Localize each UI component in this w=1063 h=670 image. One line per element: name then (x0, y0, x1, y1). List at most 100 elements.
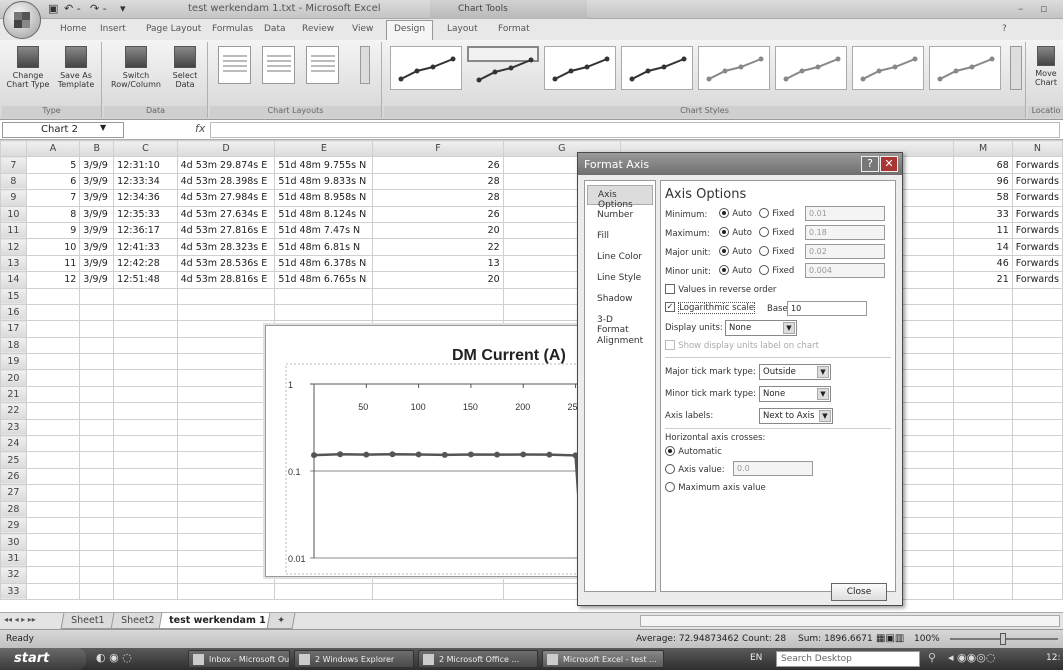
dialog-help-button[interactable]: ? (861, 156, 879, 172)
table-cell[interactable] (1011, 303, 1063, 322)
table-cell[interactable]: 51d 48m 8.124s N (274, 205, 374, 223)
table-cell[interactable] (953, 353, 1013, 371)
table-cell[interactable]: Forwards (1011, 156, 1063, 174)
auto-radio[interactable] (719, 227, 729, 237)
sheet-tab[interactable]: Sheet2 (110, 613, 165, 629)
table-cell[interactable] (1011, 566, 1063, 584)
table-cell[interactable] (25, 435, 81, 453)
table-cell[interactable] (176, 402, 276, 420)
chart-style-option[interactable] (698, 46, 770, 90)
table-cell[interactable] (1011, 467, 1063, 486)
row-header[interactable]: 18 (0, 336, 27, 355)
office-button[interactable] (3, 1, 41, 39)
table-cell[interactable] (25, 303, 81, 322)
table-cell[interactable]: 22 (372, 238, 504, 256)
table-cell[interactable] (953, 418, 1013, 437)
chart-style-option[interactable] (621, 46, 693, 90)
table-cell[interactable] (953, 369, 1013, 387)
table-cell[interactable] (176, 385, 276, 404)
task-office[interactable]: 2 Microsoft Office ... (418, 650, 538, 668)
table-cell[interactable] (953, 435, 1013, 453)
table-cell[interactable] (25, 516, 81, 535)
table-cell[interactable] (25, 451, 81, 469)
table-cell[interactable]: 5 (25, 156, 81, 174)
table-cell[interactable] (113, 336, 178, 355)
task-explorer[interactable]: 2 Windows Explorer (294, 650, 414, 668)
sheet-nav-icon[interactable]: ◂◂ ◂ ▸ ▸▸ (4, 615, 36, 624)
tab-layout[interactable]: Layout (447, 24, 478, 34)
row-header[interactable]: 19 (0, 353, 27, 371)
axis-value-option[interactable]: Axis value: (665, 464, 725, 475)
help-icon[interactable]: ? (1002, 24, 1007, 34)
table-cell[interactable] (79, 467, 115, 486)
row-header[interactable]: 31 (0, 549, 27, 568)
col-header[interactable]: C (113, 139, 178, 158)
table-cell[interactable] (953, 287, 1013, 305)
table-cell[interactable]: 4d 53m 27.634s E (176, 205, 276, 223)
table-cell[interactable]: Forwards (1011, 172, 1063, 191)
search-icon[interactable]: ⚲ (928, 651, 936, 664)
fixed-option[interactable]: Fixed (759, 265, 794, 276)
table-cell[interactable]: 3/9/9 (79, 156, 115, 174)
table-cell[interactable] (1011, 582, 1063, 600)
row-header[interactable]: 7 (0, 156, 27, 174)
table-cell[interactable] (79, 484, 115, 502)
table-cell[interactable] (113, 418, 178, 437)
values-reverse-row[interactable]: Values in reverse order (665, 284, 776, 295)
table-cell[interactable] (176, 582, 276, 600)
table-cell[interactable] (1011, 516, 1063, 535)
table-cell[interactable]: 12:42:28 (113, 254, 178, 273)
table-cell[interactable] (176, 467, 276, 486)
redo-icon[interactable]: ↷ - (90, 2, 107, 15)
table-cell[interactable] (176, 287, 276, 305)
table-cell[interactable]: Forwards (1011, 221, 1063, 240)
table-cell[interactable] (25, 320, 81, 338)
table-cell[interactable] (25, 500, 81, 518)
tab-format[interactable]: Format (498, 24, 530, 34)
change-chart-type-button[interactable]: Change Chart Type (4, 46, 52, 89)
start-button[interactable]: start (0, 648, 86, 670)
fixed-option[interactable]: Fixed (759, 227, 794, 238)
table-cell[interactable] (953, 451, 1013, 469)
tab-view[interactable]: View (352, 24, 373, 34)
table-cell[interactable] (113, 516, 178, 535)
table-cell[interactable]: 3/9/9 (79, 172, 115, 191)
auto-option[interactable]: Auto (719, 265, 752, 276)
table-cell[interactable] (79, 336, 115, 355)
table-cell[interactable]: 12:51:48 (113, 271, 178, 289)
tab-insert[interactable]: Insert (100, 24, 126, 34)
row-header[interactable]: 28 (0, 500, 27, 518)
table-cell[interactable] (1011, 484, 1063, 502)
table-cell[interactable] (25, 467, 81, 486)
auto-option[interactable]: Auto (719, 208, 752, 219)
chart-layout-2[interactable] (262, 46, 295, 84)
chart-style-option[interactable] (852, 46, 924, 90)
fixed-option[interactable]: Fixed (759, 246, 794, 257)
table-cell[interactable] (113, 320, 178, 338)
table-cell[interactable]: Forwards (1011, 205, 1063, 223)
fixed-radio[interactable] (759, 265, 769, 275)
table-cell[interactable] (176, 516, 276, 535)
table-cell[interactable] (25, 336, 81, 355)
table-cell[interactable]: 20 (372, 221, 504, 240)
table-cell[interactable]: 13 (372, 254, 504, 273)
axis-value-radio[interactable] (665, 464, 675, 474)
styles-scroll[interactable] (1010, 46, 1022, 90)
sheet-tab[interactable]: Sheet1 (60, 613, 115, 629)
table-cell[interactable]: Forwards (1011, 189, 1063, 207)
col-header[interactable]: M (953, 139, 1013, 158)
table-cell[interactable] (1011, 451, 1063, 469)
table-cell[interactable] (79, 303, 115, 322)
table-cell[interactable] (79, 369, 115, 387)
col-header[interactable]: F (372, 139, 504, 158)
table-cell[interactable] (176, 418, 276, 437)
formula-input[interactable] (210, 122, 1060, 138)
axis-option-input[interactable]: 0.01 (805, 206, 885, 221)
table-cell[interactable]: 4d 53m 28.398s E (176, 172, 276, 191)
chart-style-option[interactable] (390, 46, 462, 90)
chart-style-option[interactable] (929, 46, 1001, 90)
table-cell[interactable] (1011, 287, 1063, 305)
select-all[interactable] (0, 139, 27, 158)
table-cell[interactable] (953, 484, 1013, 502)
table-cell[interactable] (25, 484, 81, 502)
